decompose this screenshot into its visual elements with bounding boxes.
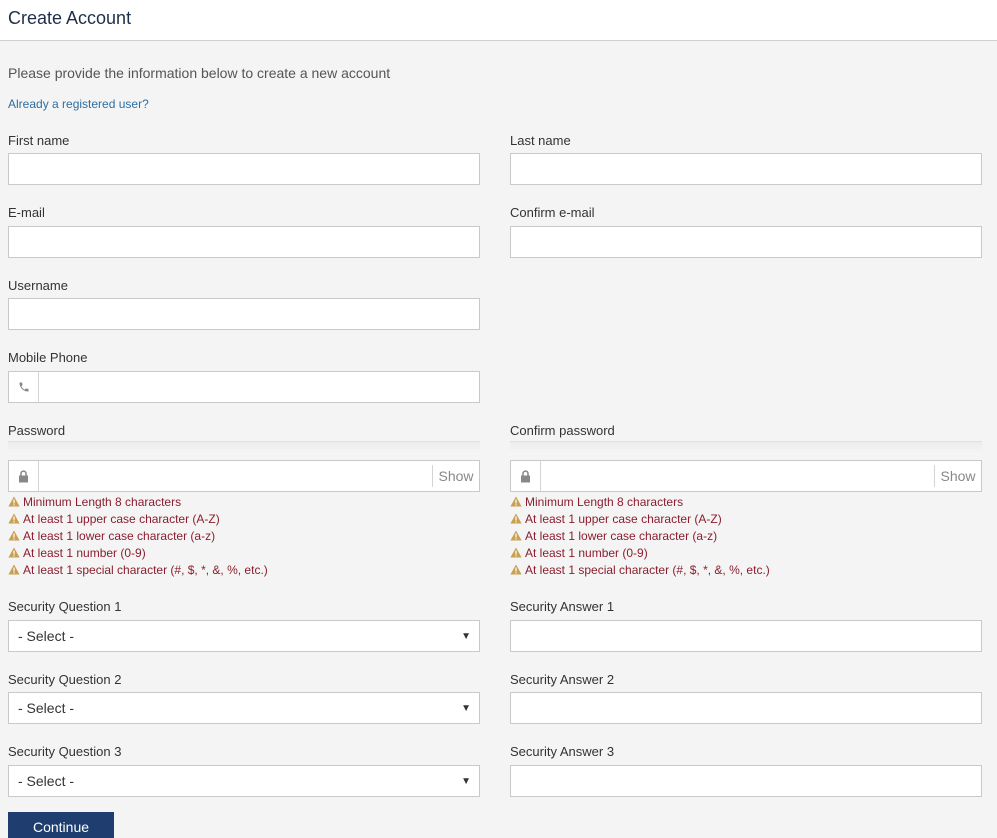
confirm-email-field [510,226,982,258]
security-answer-2-label: Security Answer 2 [510,672,615,687]
mobile-phone-input[interactable] [40,372,479,402]
lock-icon [9,461,39,491]
phone-icon [9,372,39,402]
requirement-text: At least 1 special character (#, $, *, &… [23,562,268,577]
warning-icon [8,530,20,541]
continue-button[interactable]: Continue [8,812,114,838]
requirement-text: At least 1 lower case character (a-z) [525,528,718,543]
security-question-2-label: Security Question 2 [8,672,122,687]
requirement-item: At least 1 special character (#, $, *, &… [8,561,268,578]
warning-icon [510,564,522,575]
username-label: Username [8,278,68,293]
warning-icon [510,547,522,558]
requirement-item: At least 1 lower case character (a-z) [8,527,268,544]
requirement-text: At least 1 number (0-9) [525,545,648,560]
confirm-password-field: Show [510,460,982,492]
requirement-item: At least 1 upper case character (A-Z) [8,510,268,527]
warning-icon [8,564,20,575]
page-title: Create Account [8,8,132,28]
first-name-input[interactable] [9,154,479,184]
confirm-password-requirements-list: Minimum Length 8 characters At least 1 u… [510,493,770,578]
username-input[interactable] [9,299,479,329]
warning-icon [8,513,20,524]
requirement-text: Minimum Length 8 characters [23,494,182,509]
requirement-text: At least 1 upper case character (A-Z) [23,511,220,526]
password-label: Password [8,423,66,438]
username-field [8,298,480,330]
warning-icon [510,496,522,507]
mobile-phone-field [8,371,480,403]
security-answer-1-input[interactable] [511,621,981,651]
select-value: - Select - [18,773,75,789]
requirement-text: At least 1 number (0-9) [23,545,146,560]
password-requirements-list: Minimum Length 8 characters At least 1 u… [8,493,268,578]
requirement-text: At least 1 lower case character (a-z) [23,528,216,543]
requirement-item: At least 1 special character (#, $, *, &… [510,561,770,578]
email-field [8,226,480,258]
warning-icon [510,530,522,541]
requirement-text: At least 1 special character (#, $, *, &… [525,562,770,577]
password-field: Show [8,460,480,492]
confirm-password-input[interactable] [542,461,933,491]
security-question-3-select[interactable]: - Select - ▼ [8,765,480,797]
requirement-text: Minimum Length 8 characters [525,494,684,509]
email-input[interactable] [9,227,479,257]
warning-icon [510,513,522,524]
requirement-item: Minimum Length 8 characters [8,493,268,510]
security-question-2-select[interactable]: - Select - ▼ [8,692,480,724]
caret-down-icon: ▼ [461,776,471,787]
already-registered-link[interactable]: Already a registered user? [8,97,149,111]
email-label: E-mail [8,205,45,220]
select-value: - Select - [18,628,75,644]
last-name-label: Last name [510,133,571,148]
requirement-item: At least 1 number (0-9) [510,544,770,561]
page-header: Create Account [0,0,997,41]
warning-icon [8,547,20,558]
requirement-item: At least 1 lower case character (a-z) [510,527,770,544]
security-answer-1-field [510,620,982,652]
select-value: - Select - [18,700,75,716]
confirm-password-strength-meter [510,441,982,455]
security-question-3-label: Security Question 3 [8,744,122,759]
first-name-label: First name [8,133,70,148]
last-name-field [510,153,982,185]
security-question-1-label: Security Question 1 [8,599,122,614]
lock-icon [511,461,541,491]
password-input[interactable] [40,461,431,491]
security-answer-2-input[interactable] [511,693,981,723]
intro-text: Please provide the information below to … [8,65,391,81]
last-name-input[interactable] [511,154,981,184]
password-strength-meter [8,441,480,455]
security-question-1-select[interactable]: - Select - ▼ [8,620,480,652]
mobile-phone-label: Mobile Phone [8,350,88,365]
confirm-email-input[interactable] [511,227,981,257]
security-answer-3-label: Security Answer 3 [510,744,615,759]
requirement-item: At least 1 upper case character (A-Z) [510,510,770,527]
warning-icon [8,496,20,507]
security-answer-3-input[interactable] [511,766,981,796]
security-answer-2-field [510,692,982,724]
confirm-password-label: Confirm password [510,423,615,438]
caret-down-icon: ▼ [461,631,471,642]
requirement-item: Minimum Length 8 characters [510,493,770,510]
first-name-field [8,153,480,185]
requirement-item: At least 1 number (0-9) [8,544,268,561]
confirm-password-show-toggle[interactable]: Show [934,465,981,487]
security-answer-3-field [510,765,982,797]
caret-down-icon: ▼ [461,703,471,714]
password-show-toggle[interactable]: Show [432,465,479,487]
confirm-email-label: Confirm e-mail [510,205,595,220]
requirement-text: At least 1 upper case character (A-Z) [525,511,722,526]
security-answer-1-label: Security Answer 1 [510,599,615,614]
